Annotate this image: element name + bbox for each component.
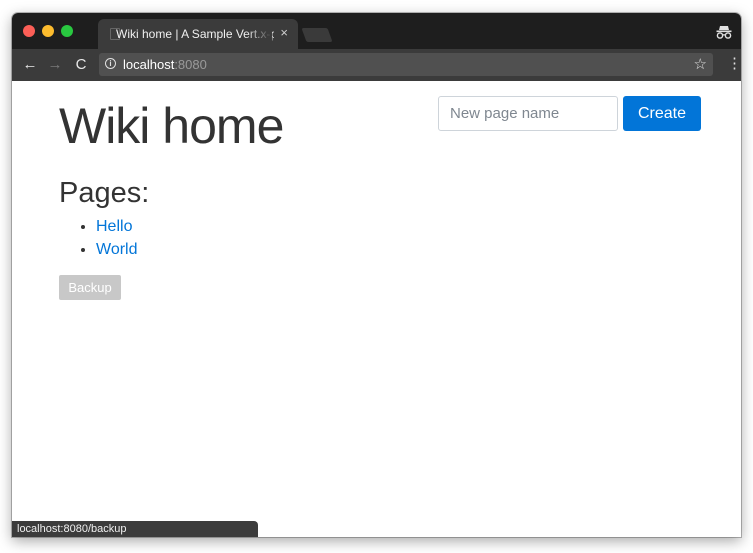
list-item: World	[96, 238, 138, 261]
new-tab-button[interactable]	[301, 28, 333, 42]
incognito-icon	[716, 26, 732, 39]
maximize-window-button[interactable]	[61, 25, 73, 37]
url-host: localhost	[123, 57, 175, 72]
browser-toolbar: ← → C i localhost:8080 ☆ ⋮	[12, 49, 741, 81]
info-icon[interactable]: i	[105, 58, 116, 69]
active-tab[interactable]: Wiki home | A Sample Vert.x-p ×	[98, 19, 298, 49]
page-title: Wiki home	[59, 98, 284, 154]
pages-list: Hello World	[59, 215, 138, 261]
status-bar: localhost:8080/backup	[12, 521, 258, 537]
close-icon[interactable]: ×	[280, 25, 288, 40]
address-bar[interactable]: i localhost:8080 ☆	[99, 53, 713, 76]
reload-icon[interactable]: C	[72, 55, 90, 75]
url-text[interactable]: localhost:8080	[123, 57, 207, 72]
tab-title-fade	[246, 25, 272, 43]
close-window-button[interactable]	[23, 25, 35, 37]
new-page-name-input[interactable]	[438, 96, 618, 131]
page-link-hello[interactable]: Hello	[96, 218, 132, 235]
title-bar: Wiki home | A Sample Vert.x-p ×	[12, 13, 741, 49]
browser-window: Wiki home | A Sample Vert.x-p × ← → C i …	[12, 13, 741, 537]
create-button[interactable]: Create	[623, 96, 701, 131]
menu-icon[interactable]: ⋮	[727, 54, 741, 74]
backup-button[interactable]: Backup	[59, 275, 121, 300]
back-arrow-icon[interactable]: ←	[21, 55, 39, 75]
star-icon[interactable]: ☆	[694, 55, 707, 73]
list-item: Hello	[96, 215, 138, 238]
page-content: Wiki home Create Pages: Hello World Back…	[12, 81, 741, 537]
page-link-world[interactable]: World	[96, 241, 138, 258]
minimize-window-button[interactable]	[42, 25, 54, 37]
url-port: :8080	[174, 57, 207, 72]
pages-heading: Pages:	[59, 177, 150, 209]
forward-arrow-icon[interactable]: →	[46, 55, 64, 75]
